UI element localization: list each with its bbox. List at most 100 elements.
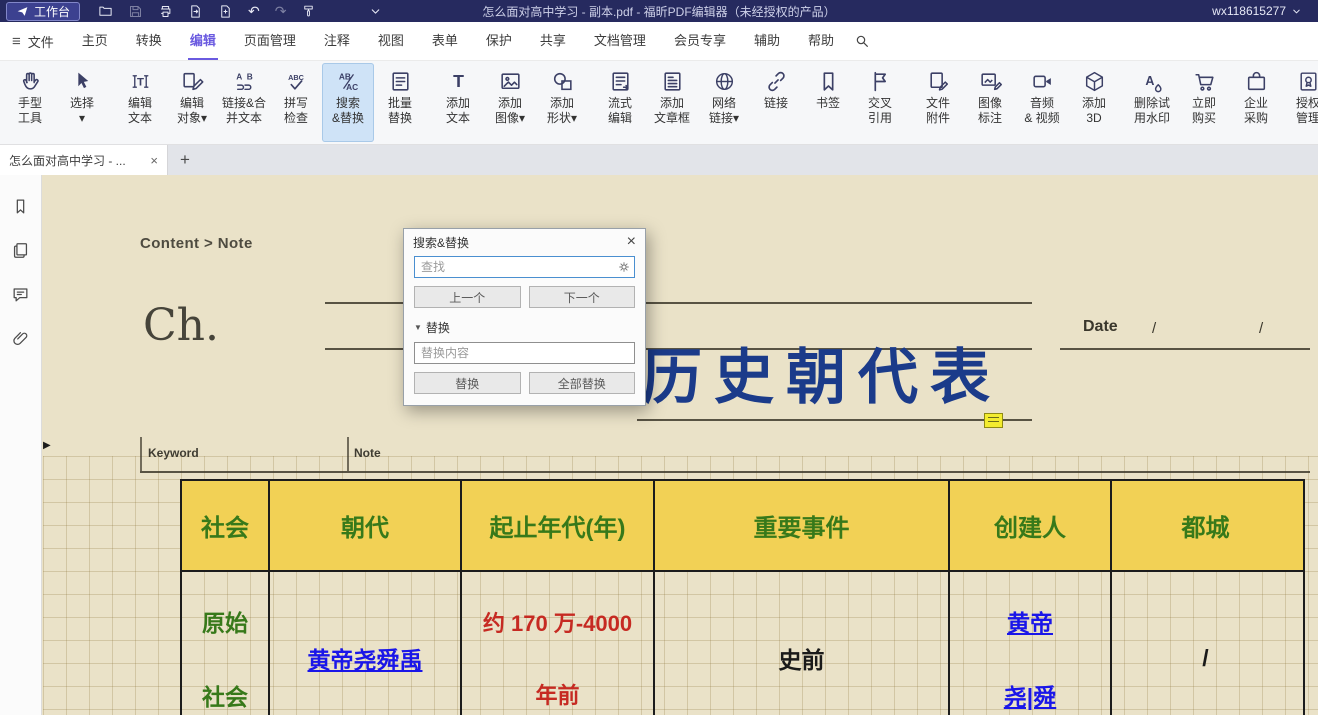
file-menu[interactable]: ≡ 文件	[12, 32, 54, 51]
edit-text-icon	[126, 66, 154, 96]
menu-item-protect[interactable]: 保护	[472, 22, 526, 60]
redo-icon[interactable]: ↷	[275, 4, 287, 18]
enterprise-icon	[1242, 66, 1270, 96]
tool-add-shape[interactable]: 添加 形状▾	[536, 63, 588, 142]
tool-edit-text[interactable]: 编辑 文本	[114, 63, 166, 142]
tool-file-attachment[interactable]: 文件 附件	[912, 63, 964, 142]
tool-label-line1: 编辑	[128, 96, 152, 111]
table-row: 原始 社会 黄帝尧舜禹 约 170 万-4000 年前 史前 黄帝 尧|舜	[182, 572, 1303, 715]
pages-panel-icon[interactable]	[11, 241, 30, 260]
founder-link[interactable]: 黄帝	[1007, 604, 1053, 638]
link-icon	[762, 66, 790, 96]
open-folder-icon[interactable]	[98, 4, 113, 19]
create-pdf-icon[interactable]	[218, 4, 233, 19]
menu-item-doc-manage[interactable]: 文档管理	[580, 22, 660, 60]
tool-label-line2: 文本	[446, 111, 470, 126]
tool-label-line2: 标注	[978, 111, 1002, 126]
dialog-title-bar[interactable]: 搜索&替换 ×	[404, 229, 645, 255]
bookmarks-panel-icon[interactable]	[11, 197, 30, 216]
tool-edit-object[interactable]: 编辑 对象▾	[166, 63, 218, 142]
previous-button[interactable]: 上一个	[414, 286, 521, 308]
print-icon[interactable]	[158, 4, 173, 19]
tool-add-article-box[interactable]: 添加 文章框	[646, 63, 698, 142]
tool-label-line1: 批量	[388, 96, 412, 111]
tool-label-line2: 替换	[388, 111, 412, 126]
tool-flow-edit[interactable]: 流式 编辑	[594, 63, 646, 142]
tool-add-3d[interactable]: 添加 3D	[1068, 63, 1120, 142]
founder-link[interactable]: 尧|舜	[1004, 678, 1056, 712]
attach-icon	[924, 66, 952, 96]
panel-collapse-arrow-icon[interactable]: ▶	[43, 440, 51, 451]
table-header-cell: 都城	[1112, 481, 1299, 570]
export-pdf-icon[interactable]	[188, 4, 203, 19]
save-icon[interactable]	[128, 4, 143, 19]
menu-item-help[interactable]: 帮助	[794, 22, 848, 60]
menu-item-edit[interactable]: 编辑	[176, 22, 230, 60]
replace-button[interactable]: 替换	[414, 372, 521, 394]
find-input[interactable]	[414, 256, 635, 278]
tool-label-line2: 检查	[284, 111, 308, 126]
search-icon[interactable]	[854, 33, 870, 49]
comment-annotation-icon[interactable]	[984, 413, 1003, 428]
tool-enterprise-purchase[interactable]: 企业 采购	[1230, 63, 1282, 142]
tool-add-text[interactable]: 添加 文本	[432, 63, 484, 142]
replace-input[interactable]	[414, 342, 635, 364]
document-tab[interactable]: 怎么面对高中学习 - ... ×	[0, 145, 168, 175]
replace-section-toggle[interactable]: ▼ 替换	[414, 319, 635, 336]
tool-remove-trial-watermark[interactable]: 删除试 用水印	[1126, 63, 1178, 142]
tool-select[interactable]: 选择 ▾	[56, 63, 108, 142]
cell-event: 史前	[655, 572, 950, 715]
file-menu-label: 文件	[28, 32, 54, 51]
table-header-cell: 创建人	[950, 481, 1112, 570]
attachments-panel-icon[interactable]	[11, 329, 30, 348]
tool-label-line1: 交叉	[868, 96, 892, 111]
tab-close-icon[interactable]: ×	[150, 153, 158, 168]
undo-icon[interactable]: ↶	[248, 4, 260, 18]
tool-batch-replace[interactable]: 批量 替换	[374, 63, 426, 142]
dialog-close-icon[interactable]: ×	[627, 234, 636, 250]
menu-item-page-manage[interactable]: 页面管理	[230, 22, 310, 60]
tool-buy-now[interactable]: 立即 购买	[1178, 63, 1230, 142]
dialog-title: 搜索&替换	[413, 234, 469, 251]
account-name: wx118615277	[1212, 4, 1286, 18]
menu-item-comment[interactable]: 注释	[310, 22, 364, 60]
tool-label-line1: 流式	[608, 96, 632, 111]
menu-item-view[interactable]: 视图	[364, 22, 418, 60]
workspace-button[interactable]: 工作台	[6, 2, 80, 21]
tool-label-line1: 授权	[1296, 96, 1318, 111]
tool-bookmark[interactable]: 书签	[802, 63, 854, 142]
tool-link[interactable]: 链接	[750, 63, 802, 142]
account-menu[interactable]: wx118615277	[1212, 4, 1302, 18]
menu-item-member[interactable]: 会员专享	[660, 22, 740, 60]
next-button[interactable]: 下一个	[529, 286, 636, 308]
av-icon	[1028, 66, 1056, 96]
search-options-gear-icon[interactable]	[617, 260, 631, 274]
tool-label-line2: 购买	[1192, 111, 1216, 126]
tool-cross-reference[interactable]: 交叉 引用	[854, 63, 906, 142]
menu-item-share[interactable]: 共享	[526, 22, 580, 60]
tool-label-line2: & 视频	[1024, 111, 1059, 126]
new-tab-button[interactable]: +	[168, 145, 202, 175]
tool-add-image[interactable]: 添加 图像▾	[484, 63, 536, 142]
tool-web-link[interactable]: 网络 链接▾	[698, 63, 750, 142]
tool-search-replace[interactable]: 搜索 &替换	[322, 63, 374, 142]
table-header-cell: 重要事件	[655, 481, 950, 570]
replace-all-button[interactable]: 全部替换	[529, 372, 636, 394]
dynasty-link[interactable]: 黄帝尧舜禹	[308, 641, 423, 675]
tool-link-merge-text[interactable]: 链接&合 并文本	[218, 63, 270, 142]
menu-item-form[interactable]: 表单	[418, 22, 472, 60]
toolbar-customize-chevron-icon[interactable]	[369, 5, 382, 18]
buy-icon	[1190, 66, 1218, 96]
menu-item-assist[interactable]: 辅助	[740, 22, 794, 60]
tool-hand-tool[interactable]: 手型 工具	[4, 63, 56, 142]
menu-item-home[interactable]: 主页	[68, 22, 122, 60]
menu-item-convert[interactable]: 转换	[122, 22, 176, 60]
document-tab-bar: 怎么面对高中学习 - ... × +	[0, 145, 1318, 175]
format-painter-icon[interactable]	[301, 4, 316, 19]
paper-plane-icon	[16, 5, 29, 18]
tool-image-annotation[interactable]: 图像 标注	[964, 63, 1016, 142]
tool-license-management[interactable]: 授权 管理	[1282, 63, 1318, 142]
tool-audio-video[interactable]: 音频 & 视频	[1016, 63, 1068, 142]
tool-spell-check[interactable]: 拼写 检查	[270, 63, 322, 142]
comments-panel-icon[interactable]	[11, 285, 30, 304]
